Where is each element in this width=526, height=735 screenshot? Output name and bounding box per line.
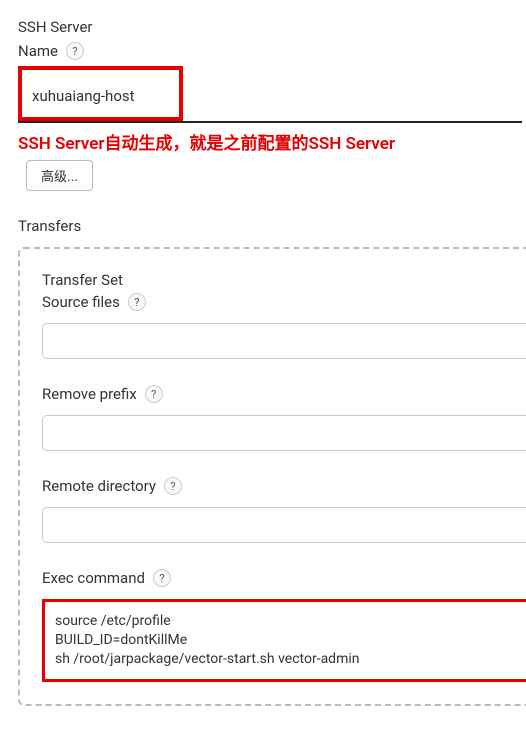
- transfers-panel: Transfer Set Source files ? Remove prefi…: [18, 247, 526, 706]
- help-icon[interactable]: ?: [66, 42, 84, 60]
- exec-command-label: Exec command: [42, 569, 145, 587]
- ssh-server-name-highlight: xuhuaiang-host: [18, 66, 183, 121]
- advanced-button[interactable]: 高级...: [26, 160, 93, 191]
- ssh-server-name-value[interactable]: xuhuaiang-host: [32, 87, 135, 105]
- source-files-label: Source files: [42, 293, 120, 311]
- help-icon[interactable]: ?: [128, 293, 146, 311]
- source-files-input[interactable]: [42, 323, 526, 359]
- remove-prefix-input[interactable]: [42, 415, 526, 451]
- transfers-section-label: Transfers: [18, 217, 526, 235]
- help-icon[interactable]: ?: [145, 385, 163, 403]
- ssh-server-name-underline: [18, 121, 522, 123]
- transfer-set-label: Transfer Set: [42, 271, 526, 289]
- remote-directory-input[interactable]: [42, 507, 526, 543]
- annotation-text: SSH Server自动生成，就是之前配置的SSH Server: [18, 129, 526, 154]
- exec-command-textarea[interactable]: source /etc/profile BUILD_ID=dontKillMe …: [42, 599, 526, 682]
- remove-prefix-label: Remove prefix: [42, 385, 137, 403]
- ssh-server-section-label: SSH Server: [18, 18, 93, 36]
- help-icon[interactable]: ?: [153, 569, 171, 587]
- ssh-server-name-label: Name: [18, 42, 58, 60]
- help-icon[interactable]: ?: [164, 477, 182, 495]
- remote-directory-label: Remote directory: [42, 477, 156, 495]
